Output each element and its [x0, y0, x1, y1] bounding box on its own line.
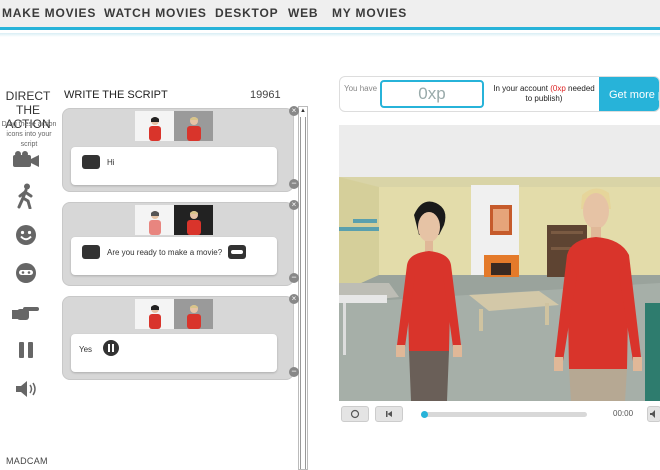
- nav-my-movies[interactable]: MY MOVIES: [332, 6, 407, 20]
- minus-icon[interactable]: −: [289, 273, 299, 283]
- script-line[interactable]: Hi × −: [62, 106, 299, 192]
- script-scrollbar[interactable]: ▲: [298, 106, 308, 470]
- actor-selector[interactable]: [135, 205, 213, 235]
- script-title: WRITE THE SCRIPT: [64, 89, 168, 101]
- pause-icon[interactable]: [103, 340, 119, 356]
- top-nav: MAKE MOVIES WATCH MOVIES DESKTOP WEB MY …: [0, 0, 660, 30]
- script-line[interactable]: Yes × −: [62, 294, 299, 380]
- brand-logo: MADCAM: [6, 456, 48, 466]
- speaker-icon[interactable]: [11, 376, 41, 402]
- nav-divider: [0, 33, 660, 37]
- character-count: 19961: [250, 89, 281, 101]
- volume-button[interactable]: [647, 406, 660, 422]
- dialogue-bubble[interactable]: Yes: [71, 334, 277, 372]
- actor-selector[interactable]: [135, 299, 213, 329]
- dialogue-text[interactable]: Hi: [107, 158, 115, 167]
- scrollbar-thumb[interactable]: [300, 117, 306, 469]
- script-line[interactable]: Are you ready to make a movie? × −: [62, 200, 299, 286]
- point-icon[interactable]: [11, 300, 41, 326]
- nav-watch-movies[interactable]: WATCH MOVIES: [104, 6, 207, 20]
- get-more-button[interactable]: Get more p: [599, 77, 659, 111]
- nav-make-movies[interactable]: MAKE MOVIES: [2, 6, 96, 20]
- progress-knob[interactable]: [421, 411, 428, 418]
- nav-desktop[interactable]: DESKTOP: [215, 6, 278, 20]
- actor-selector[interactable]: [135, 111, 213, 141]
- pause-icon[interactable]: [11, 337, 41, 363]
- dialogue-bubble[interactable]: Hi: [71, 147, 277, 185]
- xp-panel: You have 0xp In your account (0xp needed…: [339, 76, 660, 112]
- camera-icon[interactable]: [11, 147, 41, 173]
- direct-title-line1: DIRECT: [5, 89, 51, 103]
- nav-web[interactable]: WEB: [288, 6, 318, 20]
- actor-man-thumb[interactable]: [174, 111, 213, 141]
- time-display: 00:00: [613, 409, 634, 418]
- rewind-icon: [386, 411, 392, 417]
- minus-icon[interactable]: −: [289, 367, 299, 377]
- replay-button[interactable]: [341, 406, 369, 422]
- xp-required: (0xp: [550, 84, 566, 93]
- xp-field: 0xp: [380, 80, 484, 108]
- volume-icon: [650, 410, 655, 418]
- mask-icon[interactable]: [228, 245, 246, 259]
- scroll-up-icon[interactable]: ▲: [299, 108, 307, 114]
- camera-icon: [82, 245, 100, 259]
- close-icon[interactable]: ×: [289, 106, 299, 116]
- actor-woman-thumb[interactable]: [135, 299, 174, 329]
- close-icon[interactable]: ×: [289, 200, 299, 210]
- camera-icon: [82, 155, 100, 169]
- scene-preview[interactable]: [339, 125, 660, 401]
- rewind-button[interactable]: [375, 406, 403, 422]
- account-info: In your account (0xp needed to publish): [492, 84, 596, 104]
- actor-man-thumb[interactable]: [174, 205, 213, 235]
- dialogue-text[interactable]: Are you ready to make a movie?: [107, 248, 222, 257]
- walk-icon[interactable]: [11, 183, 41, 209]
- actor-man-thumb[interactable]: [174, 299, 213, 329]
- smile-icon[interactable]: [11, 222, 41, 248]
- actor-woman-thumb[interactable]: [135, 111, 174, 141]
- scene-canvas: [339, 125, 660, 401]
- actor-woman-thumb[interactable]: [135, 205, 174, 235]
- player-controls: 00:00: [339, 404, 660, 424]
- mask-icon[interactable]: [11, 260, 41, 286]
- minus-icon[interactable]: −: [289, 179, 299, 189]
- dialogue-bubble[interactable]: Are you ready to make a movie?: [71, 237, 277, 275]
- progress-bar[interactable]: [421, 411, 587, 418]
- close-icon[interactable]: ×: [289, 294, 299, 304]
- replay-icon: [350, 409, 360, 419]
- direct-hint: Drag these action icons into your script: [1, 121, 57, 148]
- in-account-label: In your account: [493, 84, 548, 93]
- you-have-label: You have: [344, 84, 378, 93]
- dialogue-text[interactable]: Yes: [79, 345, 92, 354]
